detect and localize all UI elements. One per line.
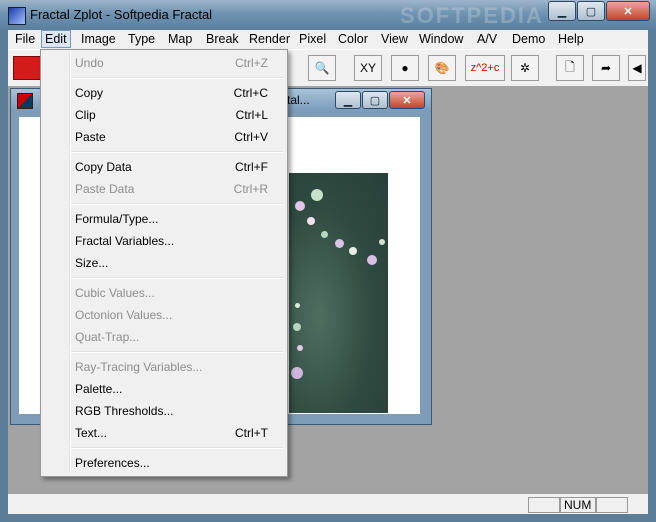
close-button[interactable]: ✕ xyxy=(606,1,650,21)
menu-render[interactable]: Render xyxy=(249,32,290,46)
child-close-button[interactable]: ✕ xyxy=(389,91,425,109)
fractal-blob xyxy=(367,255,377,265)
minimize-button[interactable]: ▁ xyxy=(548,1,576,21)
watermark: SOFTPEDIA xyxy=(400,3,544,28)
palette-icon: 🎨 xyxy=(434,61,450,75)
globe-button[interactable]: ● xyxy=(391,55,419,81)
menu-separator xyxy=(71,203,283,205)
shortcut-copy-data: Ctrl+F xyxy=(235,160,268,174)
menu-item-paste-data[interactable]: Paste Data xyxy=(75,182,134,196)
fractal-blob xyxy=(295,201,305,211)
menu-item-undo[interactable]: Undo xyxy=(75,56,104,70)
new-page-icon: 🗋 xyxy=(565,59,575,74)
menu-map[interactable]: Map xyxy=(168,32,192,46)
fractal-logo-icon[interactable] xyxy=(13,56,43,80)
nav-left-icon: ◀ xyxy=(632,61,642,75)
globe-icon: ● xyxy=(401,61,409,75)
menu-av[interactable]: A/V xyxy=(477,32,497,46)
menu-separator xyxy=(71,351,283,353)
menu-item-copy[interactable]: Copy xyxy=(75,86,103,100)
fractal-blob xyxy=(293,323,301,331)
menu-pixel[interactable]: Pixel xyxy=(299,32,326,46)
pixel-button[interactable]: ✲ xyxy=(511,55,539,81)
menu-edit[interactable]: Edit xyxy=(41,30,71,48)
nav-left-button[interactable]: ◀ xyxy=(628,55,646,81)
window-title: Fractal Zplot - Softpedia Fractal xyxy=(30,7,213,22)
menu-item-ray-tracing[interactable]: Ray-Tracing Variables... xyxy=(75,360,202,374)
maximize-button[interactable]: ▢ xyxy=(577,1,605,21)
menu-item-rgb-thresholds[interactable]: RGB Thresholds... xyxy=(75,404,173,418)
menu-item-paste[interactable]: Paste xyxy=(75,130,106,144)
zoom-icon: 🔍 xyxy=(314,61,330,75)
menu-separator xyxy=(71,151,283,153)
edit-menu-dropdown: Undo Ctrl+Z Copy Ctrl+C Clip Ctrl+L Past… xyxy=(40,49,288,477)
status-num: NUM xyxy=(560,497,596,513)
status-bar: NUM xyxy=(8,494,648,514)
xy-axis-icon: XY xyxy=(359,61,376,75)
status-panel-caps xyxy=(528,497,560,513)
export-button[interactable]: ➦ xyxy=(592,55,620,81)
shortcut-copy: Ctrl+C xyxy=(233,86,268,100)
formula-icon: z^2+c xyxy=(470,62,500,74)
fractal-blob xyxy=(321,231,328,238)
fractal-blob xyxy=(297,345,303,351)
menu-item-cubic-values[interactable]: Cubic Values... xyxy=(75,286,155,300)
menu-item-formula-type[interactable]: Formula/Type... xyxy=(75,212,158,226)
menu-file[interactable]: File xyxy=(15,32,35,46)
menu-break[interactable]: Break xyxy=(206,32,239,46)
new-button[interactable]: 🗋 xyxy=(556,55,584,81)
shortcut-clip: Ctrl+L xyxy=(235,108,268,122)
menu-separator xyxy=(71,447,283,449)
fractal-blob xyxy=(291,367,303,379)
shortcut-undo: Ctrl+Z xyxy=(235,56,268,70)
shortcut-text: Ctrl+T xyxy=(235,426,268,440)
zoom-button[interactable]: 🔍 xyxy=(308,55,336,81)
menu-type[interactable]: Type xyxy=(128,32,155,46)
menu-item-octonion-values[interactable]: Octonion Values... xyxy=(75,308,172,322)
menu-image[interactable]: Image xyxy=(81,32,116,46)
fractal-blob xyxy=(307,217,315,225)
menu-item-preferences[interactable]: Preferences... xyxy=(75,456,150,470)
shortcut-paste: Ctrl+V xyxy=(234,130,268,144)
app-window: Fractal Zplot - Softpedia Fractal SOFTPE… xyxy=(0,0,656,522)
menu-bar: File Edit Image Type Map Break Render Pi… xyxy=(8,30,648,49)
menu-gutter xyxy=(69,52,71,472)
fractal-blob xyxy=(311,189,323,201)
app-icon[interactable] xyxy=(8,7,26,25)
child-window-icon[interactable] xyxy=(17,93,33,109)
shortcut-paste-data: Ctrl+R xyxy=(233,182,268,196)
menu-item-copy-data[interactable]: Copy Data xyxy=(75,160,132,174)
status-panel-scroll xyxy=(596,497,628,513)
child-minimize-button[interactable]: ▁ xyxy=(335,91,361,109)
menu-item-palette[interactable]: Palette... xyxy=(75,382,122,396)
palette-button[interactable]: 🎨 xyxy=(428,55,456,81)
menu-demo[interactable]: Demo xyxy=(512,32,545,46)
export-icon: ➦ xyxy=(600,61,612,75)
fractal-blob xyxy=(349,247,357,255)
pixel-icon: ✲ xyxy=(519,61,531,75)
menu-color[interactable]: Color xyxy=(338,32,368,46)
menu-item-clip[interactable]: Clip xyxy=(75,108,96,122)
fractal-blob xyxy=(295,303,300,308)
menu-item-text[interactable]: Text... xyxy=(75,426,107,440)
menu-view[interactable]: View xyxy=(381,32,408,46)
fractal-blob xyxy=(379,239,385,245)
menu-separator xyxy=(71,77,283,79)
fractal-image[interactable] xyxy=(289,173,388,413)
fractal-blob xyxy=(335,239,344,248)
menu-window[interactable]: Window xyxy=(419,32,463,46)
formula-button[interactable]: z^2+c xyxy=(465,55,505,81)
menu-item-fractal-variables[interactable]: Fractal Variables... xyxy=(75,234,174,248)
menu-item-quat-trap[interactable]: Quat-Trap... xyxy=(75,330,139,344)
menu-separator xyxy=(71,277,283,279)
title-bar[interactable]: Fractal Zplot - Softpedia Fractal SOFTPE… xyxy=(0,0,656,30)
menu-item-size[interactable]: Size... xyxy=(75,256,108,270)
child-maximize-button[interactable]: ▢ xyxy=(362,91,388,109)
menu-help[interactable]: Help xyxy=(558,32,584,46)
xy-axis-button[interactable]: XY xyxy=(354,55,382,81)
